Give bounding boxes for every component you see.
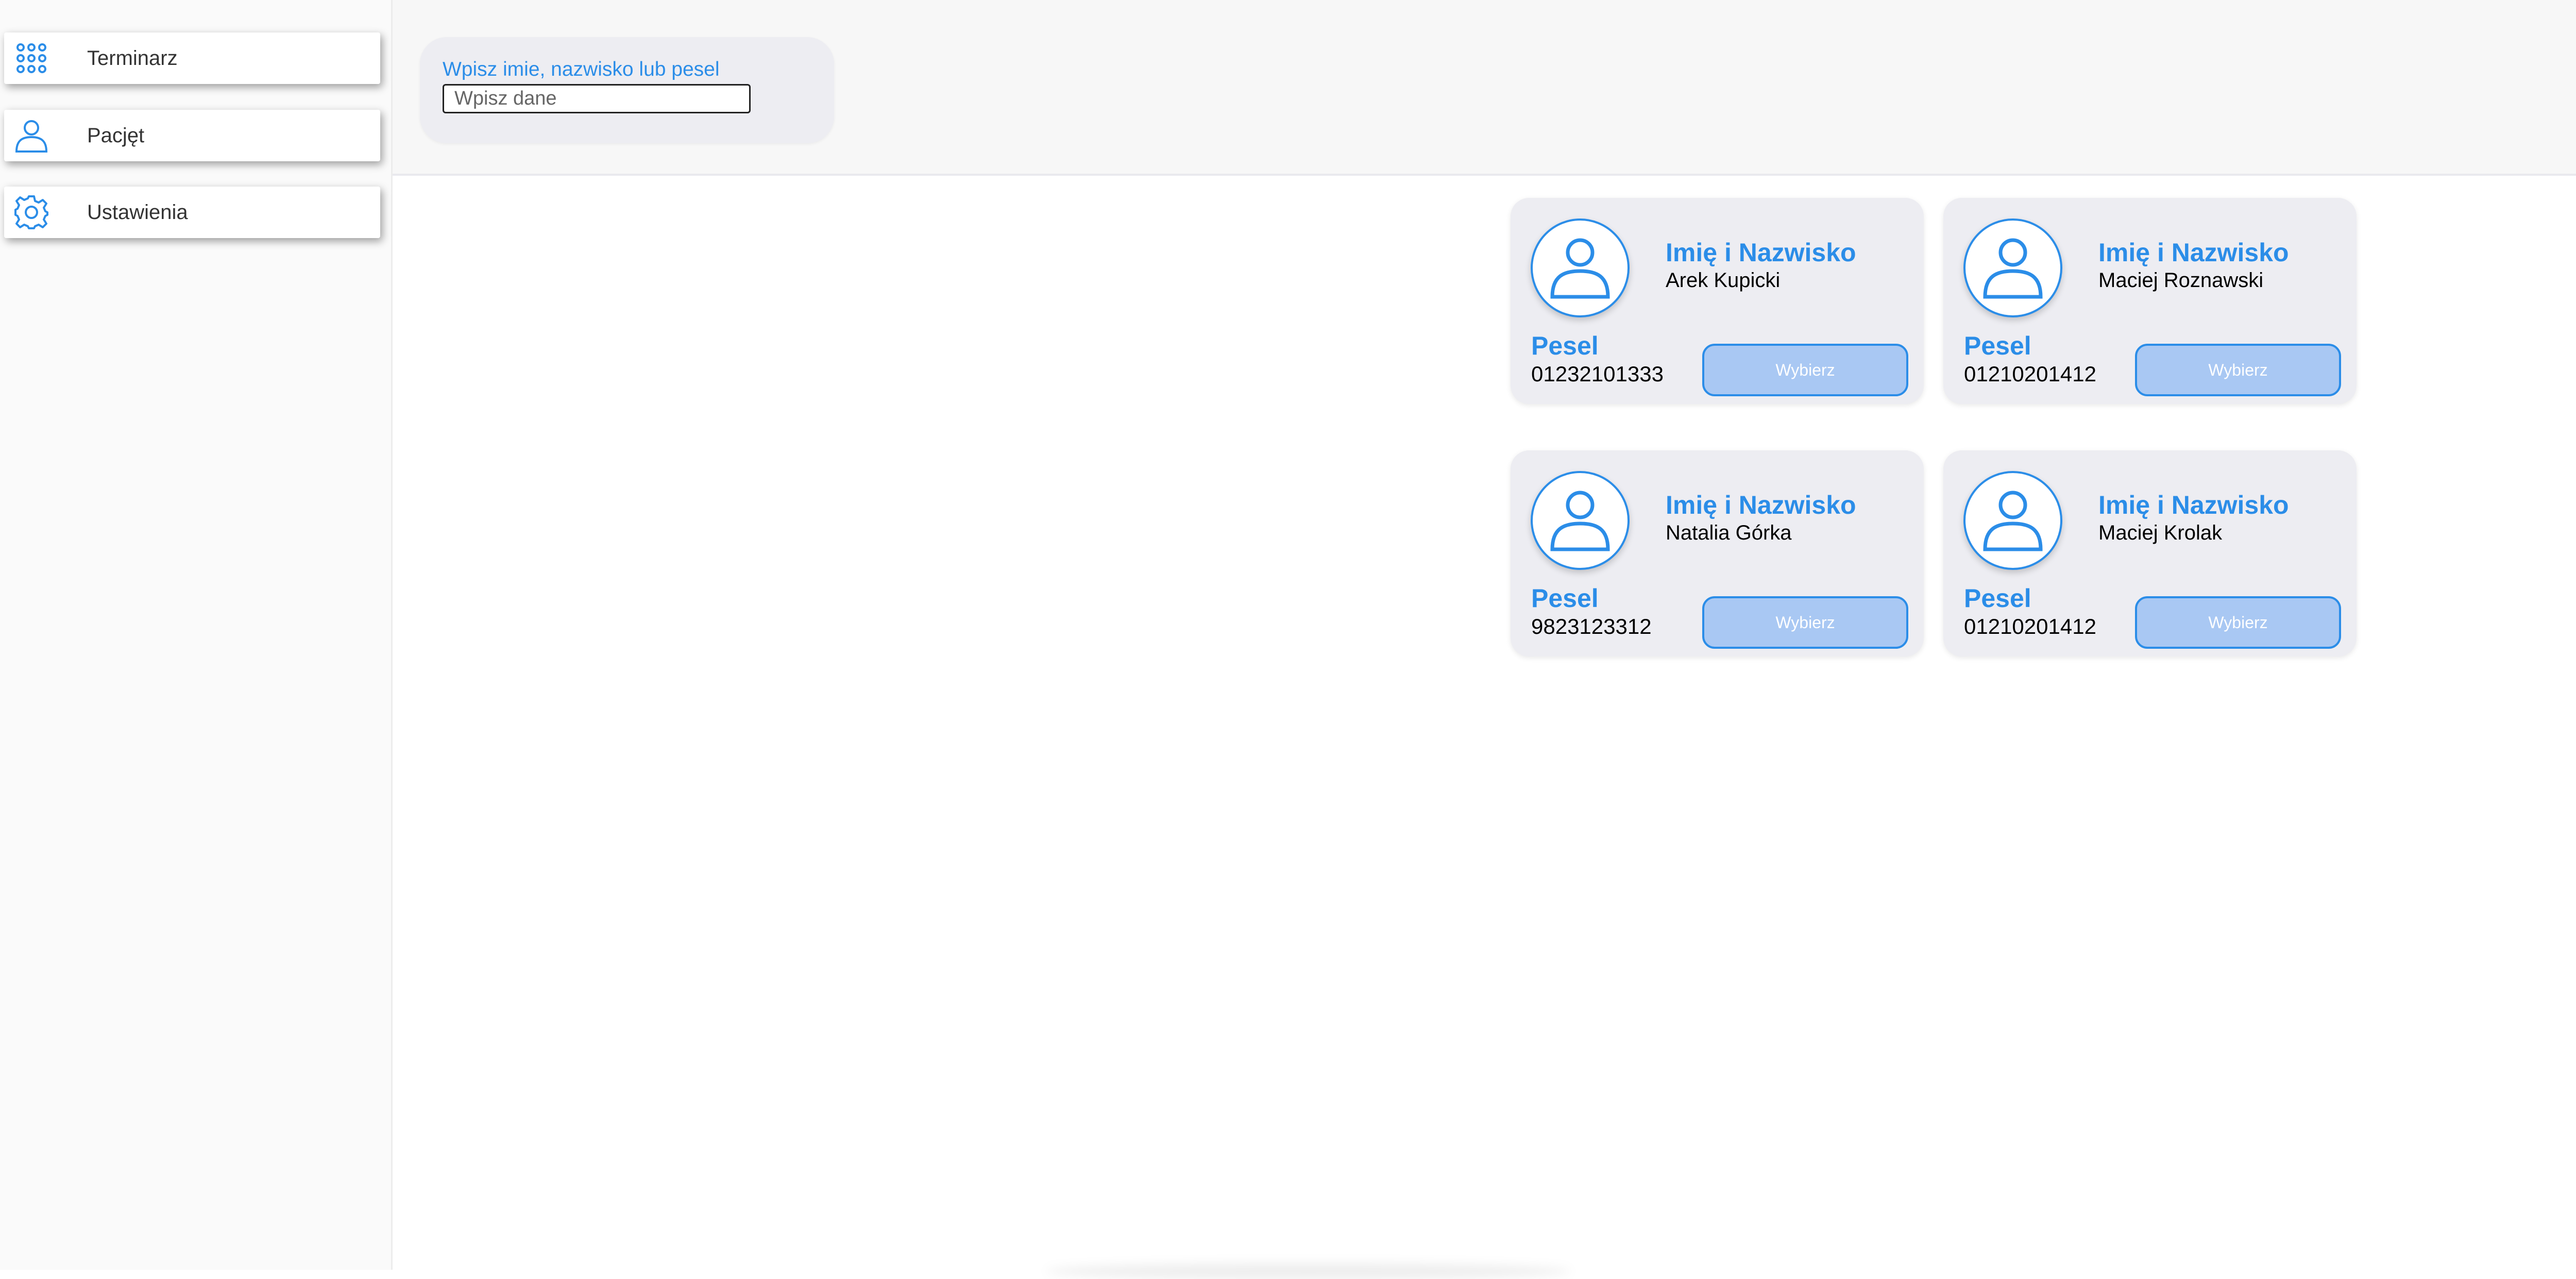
user-icon [1550,238,1610,299]
name-heading: Imię i Nazwisko [2098,238,2289,267]
sidebar-item-label: Terminarz [87,46,178,70]
pesel-heading: Pesel [1531,584,1599,613]
patient-pesel: 01210201412 [1964,362,2096,386]
user-icon [1983,491,2043,551]
pesel-heading: Pesel [1964,331,2031,360]
name-heading: Imię i Nazwisko [1666,491,1856,519]
gear-icon [14,195,48,229]
patient-pesel: 01210201412 [1964,614,2096,638]
select-patient-button[interactable]: Wybierz [1702,596,1908,649]
search-input[interactable] [443,84,751,113]
select-patient-button[interactable]: Wybierz [1702,344,1908,396]
sidebar-item-ustawienia[interactable]: Ustawienia [4,187,380,238]
patient-pesel: 01232101333 [1531,362,1664,386]
select-patient-button[interactable]: Wybierz [2135,344,2341,396]
patient-card: Imię i Nazwisko Natalia Górka Pesel 9823… [1511,450,1924,657]
patient-card: Imię i Nazwisko Arek Kupicki Pesel 01232… [1511,198,1924,404]
avatar [1531,471,1630,570]
select-patient-button[interactable]: Wybierz [2135,596,2341,649]
user-icon [15,120,48,153]
search-label: Wpisz imie, nazwisko lub pesel [443,58,720,80]
sidebar-item-label: Ustawienia [87,200,188,224]
patient-pesel: 9823123312 [1531,614,1652,638]
sidebar-item-label: Pacjęt [87,124,145,147]
name-heading: Imię i Nazwisko [2098,491,2289,519]
grid-icon [16,43,46,73]
sidebar-item-pacjet[interactable]: Pacjęt [4,110,380,161]
avatar [1963,218,2062,317]
user-icon [1983,238,2043,299]
user-icon [1550,491,1610,551]
avatar [1531,218,1630,317]
patient-name: Natalia Górka [1666,521,1792,544]
pesel-heading: Pesel [1964,584,2031,613]
patient-name: Maciej Krolak [2098,521,2223,544]
patient-card: Imię i Nazwisko Maciej Krolak Pesel 0121… [1943,450,2357,657]
avatar [1963,471,2062,570]
patient-name: Maciej Roznawski [2098,269,2264,292]
pesel-heading: Pesel [1531,331,1599,360]
sidebar: Terminarz Pacjęt Ustawienia [0,0,393,1270]
patient-name: Arek Kupicki [1666,269,1781,292]
sidebar-item-terminarz[interactable]: Terminarz [4,32,380,84]
bottom-edge-shadow [1046,1264,1571,1279]
name-heading: Imię i Nazwisko [1666,238,1856,267]
patient-card: Imię i Nazwisko Maciej Roznawski Pesel 0… [1943,198,2357,404]
